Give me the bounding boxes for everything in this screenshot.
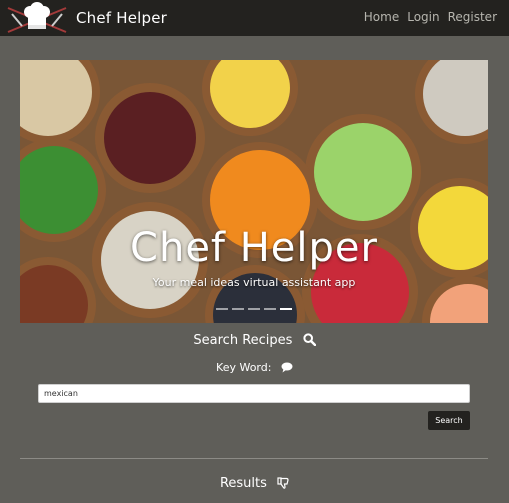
results-label: Results [219,476,267,491]
keyword-label-row: Key Word: [0,361,509,374]
search-button[interactable]: Search [428,411,470,430]
nav-links: Home Login Register [364,10,497,24]
nav-link-login[interactable]: Login [407,10,439,24]
nav-link-register[interactable]: Register [448,10,497,24]
carousel-indicators [20,308,488,310]
search-icon [302,333,316,347]
carousel-indicator[interactable] [248,308,260,310]
search-recipes-label: Search Recipes [193,333,293,348]
results-heading: Results [0,476,509,491]
keyword-input[interactable] [38,384,470,403]
keyword-label: Key Word: [216,361,272,374]
brand-name: Chef Helper [76,9,168,27]
divider [20,458,488,459]
navbar: Chef Helper Home Login Register [0,0,509,36]
hero-title: Chef Helper [130,225,378,271]
carousel-indicator-active[interactable] [280,308,292,310]
carousel-indicator[interactable] [264,308,276,310]
carousel-indicator[interactable] [216,308,228,310]
search-recipes-heading: Search Recipes [0,333,509,348]
hero-carousel[interactable]: Chef Helper Your meal ideas virtual assi… [20,60,488,323]
comment-icon [281,362,293,373]
chef-hat-logo-icon [7,2,67,33]
brand[interactable]: Chef Helper [6,2,167,34]
carousel-indicator[interactable] [232,308,244,310]
nav-link-home[interactable]: Home [364,10,399,24]
thumbs-down-icon [277,477,289,489]
hero-subtitle: Your meal ideas virtual assistant app [152,276,356,289]
